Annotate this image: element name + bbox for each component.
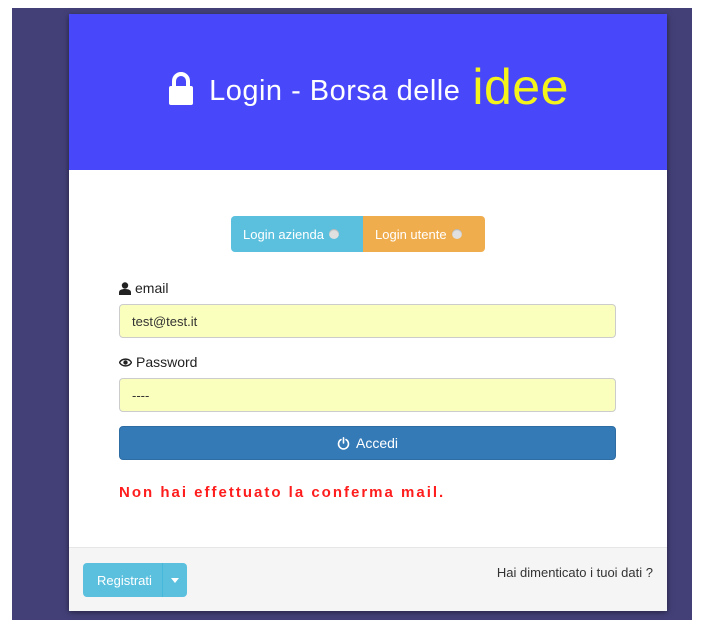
login-azienda-option[interactable]: Login azienda (231, 216, 363, 252)
error-message: Non hai effettuato la conferma mail. (119, 484, 446, 501)
radio-icon[interactable] (328, 229, 339, 239)
login-card: Login - Borsa delle idee Login azienda L… (69, 14, 667, 611)
title-accent-text: idee (472, 59, 569, 115)
register-button[interactable]: Registrati (83, 563, 187, 597)
email-field[interactable] (119, 304, 616, 338)
password-label-text: Password (136, 354, 198, 370)
email-label-text: email (135, 280, 169, 296)
radio-icon[interactable] (451, 229, 462, 239)
page-title: Login - Borsa delle idee (69, 59, 667, 115)
caret-down-icon[interactable] (161, 563, 187, 597)
lock-icon (169, 72, 194, 105)
account-type-toggle: Login azienda Login utente (231, 216, 485, 252)
login-azienda-label: Login azienda (243, 226, 324, 242)
login-utente-label: Login utente (375, 226, 447, 242)
power-icon (337, 436, 350, 450)
title-text: Login - Borsa delle (209, 75, 461, 107)
password-field[interactable] (119, 378, 616, 412)
email-label: email (119, 280, 168, 296)
forgot-credentials-link[interactable]: Hai dimenticato i tuoi dati ? (497, 565, 653, 580)
password-label: Password (119, 354, 197, 370)
login-footer: Registrati Hai dimenticato i tuoi dati ? (69, 547, 667, 611)
eye-icon (119, 357, 132, 367)
register-label[interactable]: Registrati (83, 563, 162, 597)
login-header: Login - Borsa delle idee (69, 14, 667, 170)
login-button-label: Accedi (355, 435, 399, 451)
login-button[interactable]: Accedi (119, 426, 616, 460)
user-icon (119, 281, 131, 295)
login-utente-option[interactable]: Login utente (363, 216, 485, 252)
